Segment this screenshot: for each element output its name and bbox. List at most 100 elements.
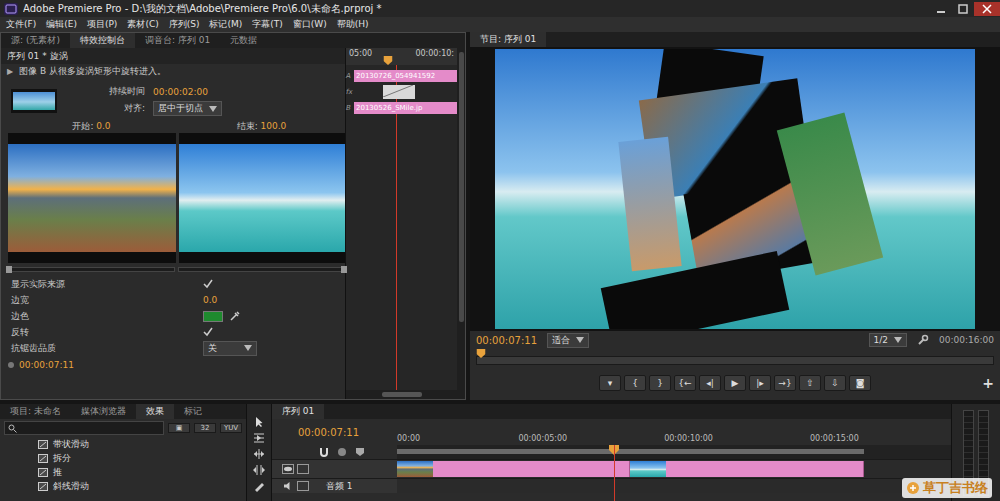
work-area-bar[interactable] (397, 445, 951, 459)
watermark: 草丁吉书络 (902, 478, 992, 498)
zoom-dropdown[interactable]: 适合 (547, 333, 589, 348)
menu-item[interactable]: 窗口(W) (293, 18, 327, 31)
premiere-window: Adobe Premiere Pro - D:\我的文档\Adobe\Premi… (0, 0, 1000, 501)
end-slider[interactable] (178, 267, 345, 272)
transition-effect-icon (38, 454, 48, 463)
property-label: 边色 (11, 310, 203, 323)
transition-icon (383, 85, 413, 97)
scrub-bar[interactable] (476, 349, 994, 365)
transport-button[interactable]: ◙ (849, 375, 871, 391)
ripple-edit-tool-icon[interactable] (252, 448, 266, 460)
transport-button[interactable]: ◂| (699, 375, 721, 391)
transport-button[interactable]: { (624, 375, 646, 391)
checkmark-icon[interactable] (203, 327, 213, 337)
transition-block[interactable] (383, 85, 415, 99)
filter-button[interactable]: 32 (194, 423, 216, 433)
selection-tool-icon[interactable] (252, 416, 266, 428)
panel-tab[interactable]: 项目: 未命名 (0, 404, 71, 419)
transport-button[interactable]: ⇩ (824, 375, 846, 391)
add-marker-icon[interactable] (336, 446, 348, 458)
duration-timecode: 00:00:16:00 (939, 335, 994, 345)
mini-track: A20130726_054941592 (346, 69, 457, 83)
title-bar: Adobe Premiere Pro - D:\我的文档\Adobe\Premi… (0, 0, 1000, 17)
marker-icon[interactable] (354, 446, 366, 458)
menu-item[interactable]: 素材(C) (127, 18, 158, 31)
lock-icon[interactable] (297, 481, 309, 491)
eye-icon[interactable] (282, 464, 294, 474)
duration-value[interactable]: 00:00:02:00 (153, 87, 208, 97)
ruler-label: 00:00:05:00 (518, 434, 567, 443)
slider-thumb[interactable] (6, 266, 12, 273)
clip[interactable]: 20130526_SMile.jp (354, 102, 457, 114)
effect-item[interactable]: 带状滑动 (38, 437, 246, 451)
video-clip[interactable] (397, 461, 630, 477)
menu-item[interactable]: 字幕(T) (252, 18, 283, 31)
menu-item[interactable]: 项目(P) (87, 18, 117, 31)
menu-item[interactable]: 帮助(H) (337, 18, 369, 31)
snap-icon[interactable] (318, 446, 330, 458)
number-field[interactable]: 0.0 (203, 295, 217, 305)
effect-item[interactable]: 推 (38, 465, 246, 479)
rolling-edit-tool-icon[interactable] (252, 464, 266, 476)
checkmark-icon[interactable] (203, 279, 213, 289)
alignment-dropdown[interactable]: 居中于切点 (153, 101, 222, 116)
panel-tab[interactable]: 标记 (174, 404, 212, 419)
resolution-dropdown[interactable]: 1/2 (869, 333, 907, 347)
transport-button[interactable]: } (649, 375, 671, 391)
mini-scrollbar[interactable] (346, 390, 457, 399)
property-value: 0.0 (203, 295, 345, 305)
menu-item[interactable]: 标记(M) (209, 18, 242, 31)
color-swatch[interactable] (203, 311, 223, 322)
current-timecode[interactable]: 00:00:07:11 (476, 335, 537, 346)
panel-tab[interactable]: 媒体浏览器 (71, 404, 136, 419)
filter-button[interactable]: ▣ (168, 423, 190, 433)
add-button[interactable]: + (982, 375, 994, 391)
lock-icon[interactable] (297, 464, 309, 474)
menu-item[interactable]: 序列(S) (169, 18, 200, 31)
video-clip[interactable] (630, 461, 863, 477)
clip[interactable]: 20130726_054941592 (354, 70, 457, 82)
wrench-icon[interactable] (917, 334, 929, 346)
panel-tab[interactable]: 特效控制台 (70, 33, 135, 48)
transport-button[interactable]: ⇧ (799, 375, 821, 391)
playhead-icon[interactable] (384, 56, 393, 65)
search-field[interactable] (4, 421, 164, 435)
panel-tab[interactable]: 源: (无素材) (1, 33, 70, 48)
panel-tab[interactable]: 效果 (136, 404, 174, 419)
start-slider[interactable] (8, 267, 175, 272)
transition-effect-icon (38, 440, 48, 449)
play-preview-button[interactable]: ▶ (7, 67, 13, 76)
transport-button[interactable]: |▸ (749, 375, 771, 391)
transport-button[interactable]: {← (674, 375, 696, 391)
razor-tool-icon[interactable] (252, 480, 266, 492)
duration-row: 持续时间00:00:02:00 (97, 85, 222, 98)
maximize-icon[interactable] (952, 2, 974, 16)
close-icon[interactable] (974, 2, 1000, 16)
panel-tab[interactable]: 调音台: 序列 01 (135, 33, 220, 48)
playhead-icon[interactable] (477, 349, 486, 358)
quality-dropdown[interactable]: 关 (203, 341, 257, 356)
panel-tab[interactable]: 元数据 (220, 33, 267, 48)
effect-item[interactable]: 斜线滑动 (38, 479, 246, 493)
track-select-tool-icon[interactable] (252, 432, 266, 444)
filter-button[interactable]: YUV (220, 423, 242, 433)
panel-tab[interactable]: 序列 01 (272, 404, 324, 419)
timeline-timecode[interactable]: 00:00:07:11 (298, 427, 359, 438)
transport-button[interactable]: ▶ (724, 375, 746, 391)
effect-item[interactable]: 拆分 (38, 451, 246, 465)
start-value[interactable]: 0.0 (96, 121, 110, 131)
speaker-icon[interactable] (282, 481, 294, 491)
watermark-logo-icon (906, 481, 920, 495)
transport-button[interactable]: →} (774, 375, 796, 391)
end-value[interactable]: 100.0 (261, 121, 287, 131)
minimize-icon[interactable] (930, 2, 952, 16)
panel-tab[interactable]: 节目: 序列 01 (470, 32, 546, 47)
slider-thumb[interactable] (341, 266, 347, 273)
property-value: 关 (203, 341, 345, 356)
transport-button[interactable]: ▾ (599, 375, 621, 391)
timecode-value[interactable]: 00:00:07:11 (19, 360, 74, 370)
menu-item[interactable]: 编辑(E) (46, 18, 77, 31)
eyedropper-icon[interactable] (229, 310, 241, 322)
menu-item[interactable]: 文件(F) (6, 18, 36, 31)
vertical-scrollbar[interactable] (457, 48, 465, 399)
